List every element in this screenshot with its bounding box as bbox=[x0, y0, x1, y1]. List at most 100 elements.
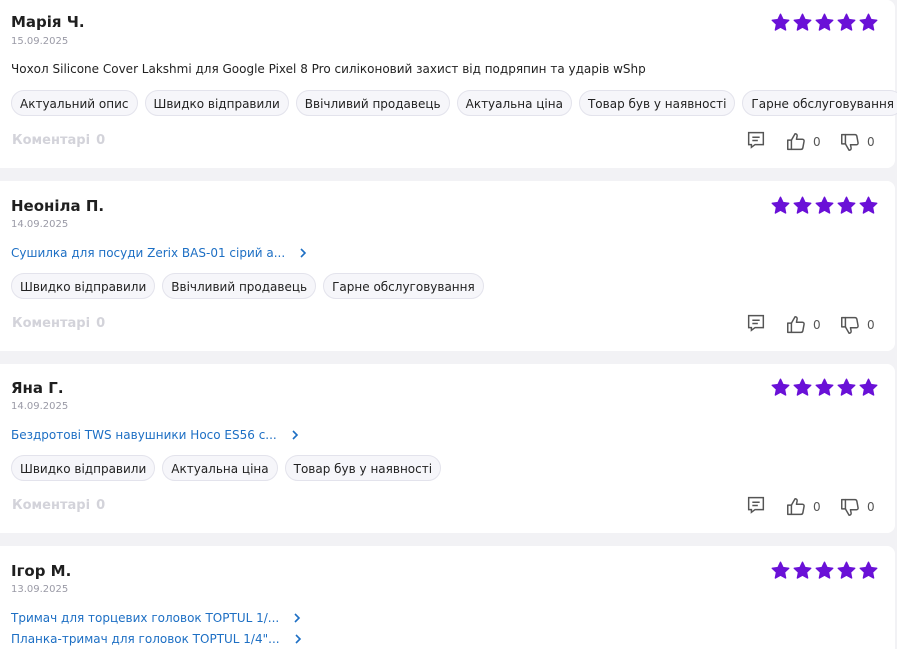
dislike-button[interactable]: 0 bbox=[839, 131, 877, 153]
tag-chip: Ввічливий продавець bbox=[295, 90, 450, 116]
rating-stars bbox=[770, 195, 879, 216]
tag-chip: Актуальна ціна bbox=[162, 455, 278, 481]
review-card: Яна Г. 14.09.2025 Бездротові TWS навушни… bbox=[0, 364, 895, 533]
star-icon bbox=[859, 378, 878, 396]
thumbs-down-icon bbox=[841, 133, 859, 151]
review-card: Ігор М. 13.09.2025 Тримач для торцевих г… bbox=[0, 546, 895, 649]
dislike-count: 0 bbox=[867, 318, 875, 332]
thumbs-down-icon bbox=[841, 498, 859, 516]
tag-chip: Гарне обслуговування bbox=[742, 90, 897, 116]
product-name: Чохол Silicone Cover Lakshmi для Google … bbox=[11, 62, 646, 76]
thumbs-down-icon bbox=[841, 316, 859, 334]
rating-stars bbox=[770, 377, 879, 398]
review-actions: 0 0 bbox=[745, 312, 877, 338]
review-card: Марія Ч. 15.09.2025 Чохол Silicone Cover… bbox=[0, 0, 897, 168]
rating-stars bbox=[770, 12, 879, 33]
dislike-count: 0 bbox=[867, 135, 875, 149]
like-button[interactable]: 0 bbox=[785, 314, 823, 336]
review-date: 14.09.2025 bbox=[11, 219, 69, 230]
tag-chip: Товар був у наявності bbox=[578, 90, 736, 116]
star-icon bbox=[815, 196, 834, 214]
product-link-text: Сушилка для посуди Zerix BAS-01 сірий а.… bbox=[11, 246, 286, 260]
star-icon bbox=[859, 561, 878, 579]
tag-chip: Актуальна ціна bbox=[456, 90, 572, 116]
tag-chip: Товар був у наявності bbox=[284, 455, 442, 481]
star-icon bbox=[837, 378, 856, 396]
review-date: 13.09.2025 bbox=[11, 584, 69, 595]
rating-stars bbox=[770, 560, 879, 581]
star-icon bbox=[815, 13, 834, 31]
review-date: 14.09.2025 bbox=[11, 401, 69, 412]
chevron-right-icon bbox=[295, 634, 301, 644]
star-icon bbox=[859, 196, 878, 214]
tag-chip: Швидко відправили bbox=[11, 273, 156, 299]
star-icon bbox=[837, 561, 856, 579]
star-icon bbox=[859, 13, 878, 31]
star-icon bbox=[793, 13, 812, 31]
star-icon bbox=[771, 561, 790, 579]
star-icon bbox=[837, 196, 856, 214]
product-link-text: Тримач для торцевих головок TOPTUL 1/... bbox=[11, 611, 280, 625]
tag-chip: Швидко відправили bbox=[144, 90, 289, 116]
comments-toggle[interactable]: Коментарі 0 bbox=[12, 316, 105, 331]
reply-button[interactable] bbox=[745, 312, 767, 338]
comment-icon bbox=[747, 314, 765, 332]
review-card: Неоніла П. 14.09.2025 Сушилка для посуди… bbox=[0, 181, 895, 351]
tag-chip: Актуальний опис bbox=[11, 90, 138, 116]
dislike-button[interactable]: 0 bbox=[839, 496, 877, 518]
like-button[interactable]: 0 bbox=[785, 496, 823, 518]
comments-label: Коментарі bbox=[12, 498, 91, 513]
comments-toggle[interactable]: Коментарі 0 bbox=[12, 133, 105, 148]
comments-count: 0 bbox=[96, 498, 106, 513]
like-button[interactable]: 0 bbox=[785, 131, 823, 153]
chevron-right-icon bbox=[292, 430, 298, 440]
reply-button[interactable] bbox=[745, 129, 767, 155]
chevron-right-icon bbox=[294, 613, 301, 623]
dislike-button[interactable]: 0 bbox=[839, 314, 877, 336]
star-icon bbox=[771, 378, 790, 396]
dislike-count: 0 bbox=[867, 500, 875, 514]
product-link-text: Бездротові TWS навушники Hoco ES56 с... bbox=[11, 428, 277, 442]
review-actions: 0 0 bbox=[745, 494, 877, 520]
thumbs-up-icon bbox=[787, 133, 805, 151]
star-icon bbox=[771, 13, 790, 31]
star-icon bbox=[793, 561, 812, 579]
product-link[interactable]: Бездротові TWS навушники Hoco ES56 с... bbox=[11, 428, 301, 442]
comment-icon bbox=[747, 496, 765, 514]
tag-list: Актуальний опис Швидко відправили Ввічли… bbox=[11, 90, 897, 116]
comments-label: Коментарі bbox=[12, 133, 91, 148]
like-count: 0 bbox=[813, 318, 821, 332]
comments-count: 0 bbox=[96, 316, 106, 331]
review-actions: 0 0 bbox=[745, 129, 877, 155]
review-author: Яна Г. bbox=[11, 379, 64, 397]
tag-chip: Гарне обслуговування bbox=[323, 273, 484, 299]
product-link[interactable]: Сушилка для посуди Zerix BAS-01 сірий а.… bbox=[11, 246, 309, 260]
thumbs-up-icon bbox=[787, 498, 805, 516]
chevron-right-icon bbox=[300, 248, 307, 258]
star-icon bbox=[815, 378, 834, 396]
product-link[interactable]: Тримач для торцевих головок TOPTUL 1/... bbox=[11, 611, 303, 625]
product-link-text: Планка-тримач для головок TOPTUL 1/4"... bbox=[11, 632, 280, 646]
tag-chip: Швидко відправили bbox=[11, 455, 156, 481]
comments-count: 0 bbox=[96, 133, 106, 148]
comments-toggle[interactable]: Коментарі 0 bbox=[12, 498, 105, 513]
tag-list: Швидко відправили Актуальна ціна Товар б… bbox=[11, 455, 442, 481]
star-icon bbox=[837, 13, 856, 31]
star-icon bbox=[815, 561, 834, 579]
tag-chip: Ввічливий продавець bbox=[162, 273, 317, 299]
comment-icon bbox=[747, 131, 765, 149]
star-icon bbox=[793, 378, 812, 396]
thumbs-up-icon bbox=[787, 316, 805, 334]
product-link[interactable]: Планка-тримач для головок TOPTUL 1/4"... bbox=[11, 632, 304, 646]
review-author: Неоніла П. bbox=[11, 197, 105, 215]
reply-button[interactable] bbox=[745, 494, 767, 520]
star-icon bbox=[771, 196, 790, 214]
comments-label: Коментарі bbox=[12, 316, 91, 331]
like-count: 0 bbox=[813, 135, 821, 149]
tag-list: Швидко відправили Ввічливий продавець Га… bbox=[11, 273, 484, 299]
star-icon bbox=[793, 196, 812, 214]
review-author: Марія Ч. bbox=[11, 13, 85, 31]
review-date: 15.09.2025 bbox=[11, 36, 69, 47]
review-author: Ігор М. bbox=[11, 562, 72, 580]
like-count: 0 bbox=[813, 500, 821, 514]
